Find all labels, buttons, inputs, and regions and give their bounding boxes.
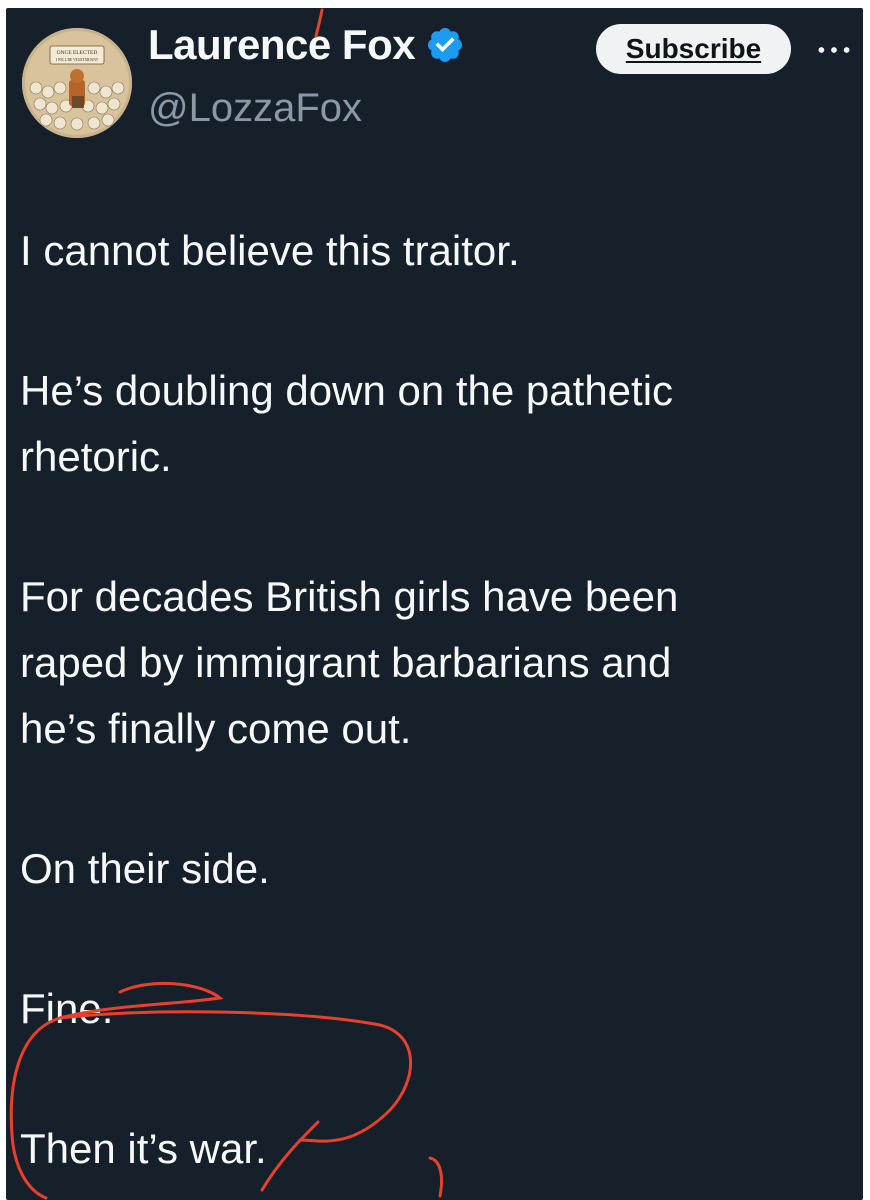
tweet-line: I cannot believe this traitor. [20,227,520,274]
tweet-card: ONCE ELECTED I WILL BE VEGETARIAN!! Laur… [6,8,863,1200]
tweet-paragraph: On their side. [20,836,850,902]
user-handle[interactable]: @LozzaFox [148,86,362,130]
tweet-paragraph: He’s doubling down on the pathetic rheto… [20,358,850,490]
tweet-paragraph: Fine. [20,976,850,1042]
avatar-sign-line-2: I WILL BE VEGETARIAN!! [56,58,98,62]
tweet-line: Fine. [20,985,114,1032]
tweet-paragraph: For decades British girls have been rape… [20,564,850,762]
screenshot: ONCE ELECTED I WILL BE VEGETARIAN!! Laur… [0,0,870,1200]
tweet-paragraph: I cannot believe this traitor. [20,218,850,284]
tweet-line: raped by immigrant barbarians and [20,639,672,686]
tweet-line: On their side. [20,845,270,892]
avatar[interactable]: ONCE ELECTED I WILL BE VEGETARIAN!! [22,28,132,138]
display-name[interactable]: Laurence Fox [148,21,416,68]
tweet-text: I cannot believe this traitor. He’s doub… [20,218,850,1182]
avatar-sign-line-1: ONCE ELECTED [57,50,98,56]
tweet-line: He’s doubling down on the pathetic [20,367,674,414]
avatar-image: ONCE ELECTED I WILL BE VEGETARIAN!! [22,28,132,138]
tweet-paragraph: Then it’s war. [20,1116,850,1182]
tweet-line: Then it’s war. [20,1125,267,1172]
verified-badge-icon [425,25,465,65]
author-name-row: Laurence Fox [148,21,465,68]
tweet-line: For decades British girls have been [20,573,679,620]
subscribe-button[interactable]: Subscribe [596,24,791,74]
tweet-line: he’s finally come out. [20,705,412,752]
tweet-line: rhetoric. [20,433,172,480]
more-horizontal-icon[interactable] [812,32,856,68]
